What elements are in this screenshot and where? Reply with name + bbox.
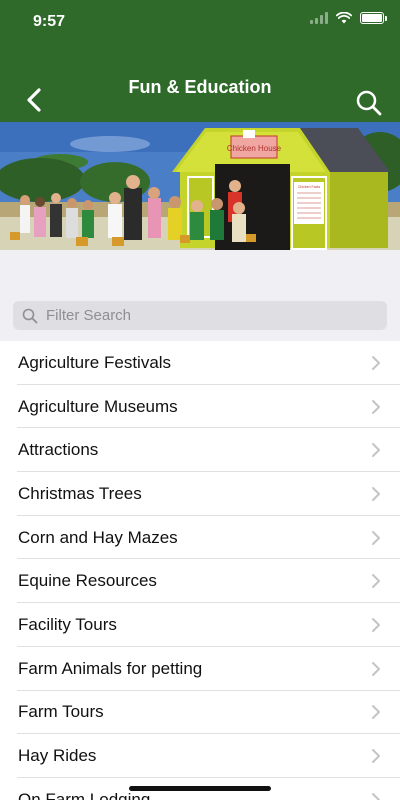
back-button[interactable] [20,86,48,114]
chevron-right-icon [372,399,380,414]
search-icon [356,90,382,116]
list-item[interactable]: Hay Rides [0,734,400,778]
category-list: Agriculture Festivals Agriculture Museums… [0,341,400,800]
list-item[interactable]: Agriculture Festivals [0,341,400,385]
wifi-icon [336,12,352,24]
battery-icon [360,12,387,24]
list-item[interactable]: Farm Animals for petting [0,646,400,691]
home-indicator[interactable] [129,786,271,791]
chevron-right-icon [372,443,380,458]
list-item-label: Agriculture Festivals [18,352,172,372]
list-item-label: On Farm Lodging [18,789,151,800]
chevron-right-icon [372,486,380,501]
chevron-right-icon [372,792,380,800]
nav-bar: 9:57 Fun & Education [0,0,400,122]
list-item-label: Christmas Trees [18,483,142,503]
signal-icon [310,12,328,24]
list-item-label: Hay Rides [18,746,97,766]
chevron-right-icon [372,530,380,545]
chevron-right-icon [372,574,380,589]
hero-banner-image: Chicken House Chicken Facts [0,122,400,250]
list-item[interactable]: Equine Resources [0,559,400,604]
list-item-label: Corn and Hay Mazes [18,527,178,547]
status-icons [310,12,387,24]
chevron-right-icon [372,355,380,370]
list-item[interactable]: Attractions [0,428,400,473]
filter-search-bar[interactable] [13,301,387,330]
list-item-label: Agriculture Museums [18,396,178,416]
chevron-right-icon [372,705,380,720]
list-item-label: Attractions [18,440,99,460]
page-title: Fun & Education [128,77,272,97]
list-item-label: Farm Tours [18,702,104,722]
chevron-right-icon [372,661,380,676]
list-item-label: Equine Resources [18,571,157,591]
list-item[interactable]: Corn and Hay Mazes [0,515,400,560]
list-item[interactable]: Facility Tours [0,603,400,647]
list-item-label: Farm Animals for petting [18,658,203,678]
list-item[interactable]: Agriculture Museums [0,384,400,429]
chevron-left-icon [27,88,41,112]
chevron-right-icon [372,749,380,764]
list-item-label: Facility Tours [18,614,117,634]
search-icon [22,308,38,323]
chevron-right-icon [372,617,380,632]
list-item[interactable]: Farm Tours [0,690,400,735]
list-item[interactable]: Christmas Trees [0,472,400,516]
status-time: 9:57 [33,13,66,30]
hero-sign-text: Chicken House [227,144,282,153]
hero-notice-text: Chicken Facts [298,185,320,189]
filter-search-input[interactable] [46,307,366,324]
search-button[interactable] [354,88,384,118]
